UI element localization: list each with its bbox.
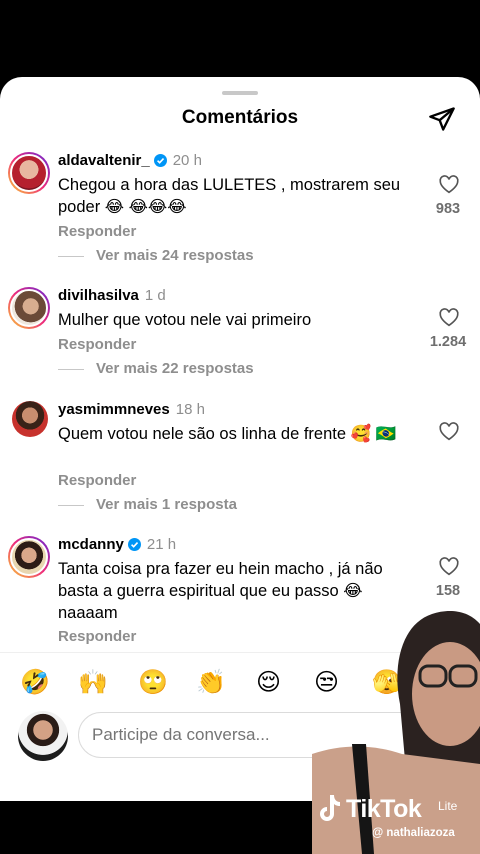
like-count: 983 (435, 201, 461, 217)
view-replies-button[interactable]: Ver mais 24 respostas (96, 247, 254, 264)
tiktok-watermark: TikTok Lite @ nathaliazoza (314, 795, 480, 850)
tiktok-logo-text: TikTok (346, 795, 422, 823)
creator-handle: @ nathaliazoza (372, 827, 455, 839)
view-replies-button[interactable]: Ver mais 22 respostas (96, 360, 254, 377)
divider (58, 369, 84, 370)
avatar[interactable] (12, 401, 48, 437)
like-heart-icon[interactable] (438, 421, 460, 443)
sheet-title: Comentários (181, 107, 299, 128)
comment-text: Quem votou nele são os linha de frente 🥰… (58, 425, 397, 443)
avatar[interactable] (8, 536, 50, 578)
emoji-relieved-button[interactable]: 😌 (256, 669, 281, 697)
comment-time: 1 d (144, 287, 166, 304)
verified-badge-icon (127, 538, 141, 551)
emoji-raised-hands-button[interactable]: 🙌 (78, 669, 108, 697)
reply-button[interactable]: Responder (58, 223, 136, 240)
reply-button[interactable]: Responder (58, 628, 136, 645)
comment-text: Mulher que votou nele vai primeiro (58, 311, 312, 329)
emoji-rofl-button[interactable]: 🤣 (20, 669, 50, 697)
like-heart-icon[interactable] (438, 174, 460, 196)
divider (58, 256, 84, 257)
comment-username[interactable]: aldavaltenir_ (58, 152, 150, 169)
reply-button[interactable]: Responder (58, 472, 136, 489)
like-heart-icon[interactable] (438, 307, 460, 329)
drag-handle[interactable] (222, 91, 258, 95)
user-avatar[interactable] (18, 711, 68, 761)
like-heart-icon[interactable] (438, 556, 460, 578)
emoji-eye-roll-button[interactable]: 🙄 (138, 669, 168, 697)
comment-text: Chegou a hora das LULETES , mostrarem se… (58, 176, 401, 216)
comment-time: 20 h (172, 152, 202, 169)
verified-badge-icon (153, 154, 167, 167)
divider (58, 505, 84, 506)
like-count: 1.284 (429, 334, 467, 350)
comment-username[interactable]: mcdanny (58, 536, 124, 553)
tiktok-note-icon (320, 795, 340, 821)
comment-time: 18 h (175, 401, 205, 418)
avatar[interactable] (8, 152, 50, 194)
view-replies-button[interactable]: Ver mais 1 resposta (96, 496, 237, 513)
emoji-clap-button[interactable]: 👏 (196, 669, 226, 697)
comment-username[interactable]: yasmimmneves (58, 401, 170, 418)
tiktok-lite-label: Lite (438, 799, 458, 813)
reply-button[interactable]: Responder (58, 336, 136, 353)
comment-username[interactable]: divilhasilva (58, 287, 139, 304)
avatar[interactable] (8, 287, 50, 329)
send-icon[interactable] (428, 105, 456, 133)
comment-time: 21 h (146, 536, 177, 553)
